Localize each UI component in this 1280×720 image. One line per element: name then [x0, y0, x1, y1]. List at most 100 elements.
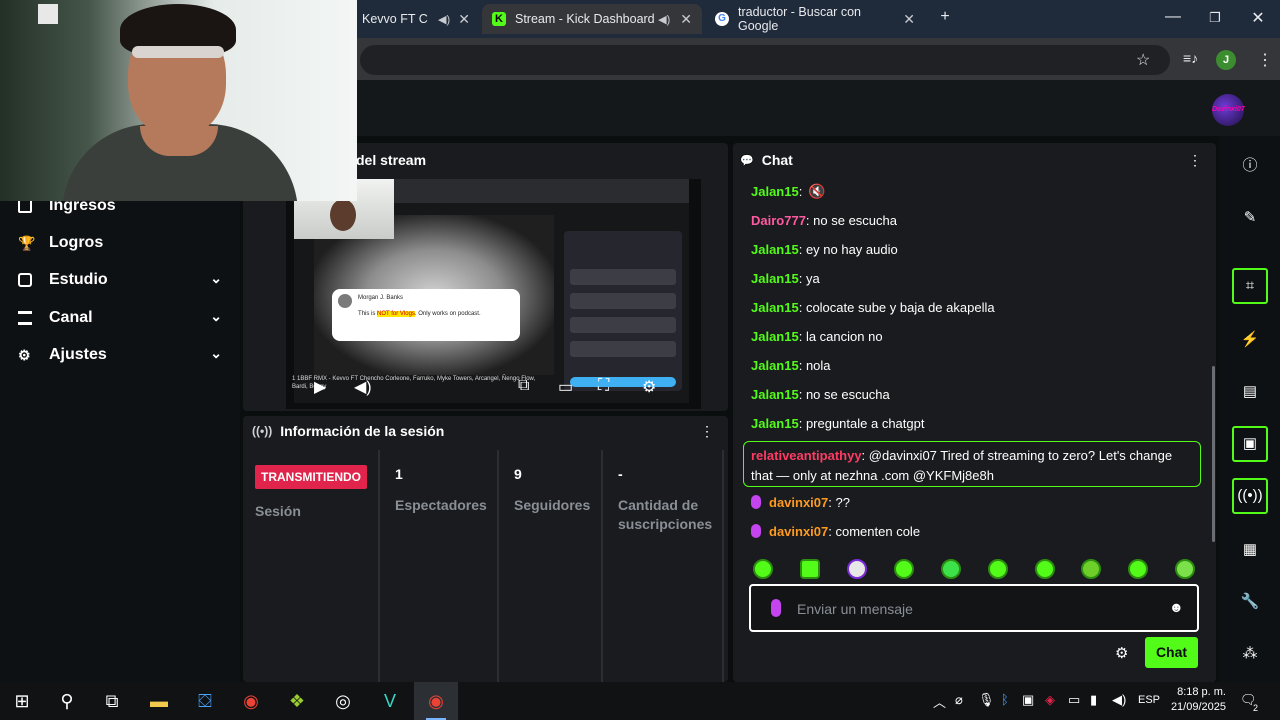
avatar [338, 294, 352, 308]
display-icon[interactable]: ▭ [1068, 692, 1080, 708]
sidebar-item-label: Ajustes [49, 346, 107, 363]
microphone-tray-icon[interactable]: 🎙 [978, 692, 995, 708]
tray-app-icon[interactable]: ▣ [1022, 692, 1034, 708]
chat-username[interactable]: Jalan15 [751, 184, 799, 199]
emote-icon[interactable] [894, 559, 914, 579]
wrench-icon[interactable]: 🔧 [1232, 584, 1268, 620]
volume-icon[interactable]: ◀) [354, 377, 372, 397]
emote-icon[interactable] [988, 559, 1008, 579]
focus-icon[interactable]: ⌗ [1232, 268, 1268, 304]
user-avatar[interactable]: Davinxi07 [1212, 94, 1245, 126]
fullscreen-icon[interactable]: ⛶ [598, 377, 609, 395]
chat-icon[interactable]: ▣ [1232, 426, 1268, 462]
emoji-picker-icon[interactable]: ☻ [1169, 599, 1184, 615]
new-tab-button[interactable]: + [930, 8, 960, 26]
trophy-icon: 🏆 [18, 235, 36, 251]
emote-icon[interactable] [847, 559, 867, 579]
chat-username[interactable]: Jalan15 [751, 416, 799, 431]
show-hidden-icons[interactable]: ︿ [933, 692, 946, 711]
chevron-down-icon[interactable]: ⌄ [210, 270, 222, 287]
store-icon[interactable]: ⛋ [193, 689, 217, 713]
emote-icon[interactable] [1035, 559, 1055, 579]
antivirus-icon[interactable]: ◈ [1045, 692, 1055, 708]
chat-username[interactable]: Jalan15 [751, 242, 799, 257]
theater-icon[interactable]: ▭ [558, 377, 573, 397]
sidebar-item-logros[interactable]: 🏆 Logros [18, 231, 228, 255]
speaker-icon[interactable]: ◀) [438, 13, 450, 26]
emote-icon[interactable] [941, 559, 961, 579]
chat-username[interactable]: Dairo777 [751, 213, 806, 228]
chat-send-button[interactable]: Chat [1145, 637, 1198, 668]
tab-google-search[interactable]: G traductor - Buscar con Google ✕ [705, 4, 925, 34]
apps-icon[interactable]: ⁂ [1232, 636, 1268, 672]
chat-message: Jalan15: ya [751, 271, 820, 286]
browser-menu-icon[interactable]: ⋮ [1257, 50, 1273, 70]
battery-icon[interactable]: ▮ [1090, 692, 1097, 708]
emote-icon[interactable] [1175, 559, 1195, 579]
chat-settings-icon[interactable]: ⚙ [1115, 644, 1128, 662]
network-icon[interactable]: ⌀ [955, 692, 963, 708]
chat-text: nola [805, 358, 831, 373]
profile-avatar[interactable]: J [1216, 50, 1236, 70]
pip-icon[interactable]: ⧉ [518, 377, 529, 395]
edit-icon[interactable]: ✎ [1232, 200, 1268, 236]
emote-icon[interactable] [800, 559, 820, 579]
play-icon[interactable]: ▶ [314, 377, 326, 397]
sidebar-item-canal[interactable]: Canal ⌄ [18, 306, 228, 330]
tab-kick-dashboard[interactable]: K Stream - Kick Dashboard ◀) ✕ [482, 4, 702, 34]
settings-icon[interactable]: ⚙ [642, 377, 656, 397]
lightning-icon[interactable]: ⚡ [1232, 322, 1268, 358]
tab-obs[interactable]: Kevvo FT Che ◀) ✕ [352, 4, 480, 34]
card-name: Morgan J. Banks [358, 295, 404, 301]
chat-username[interactable]: Jalan15 [751, 329, 799, 344]
chat-username[interactable]: relativeantipathyy [751, 448, 862, 463]
chat-message-input[interactable] [797, 596, 1157, 622]
layout-icon[interactable]: ▦ [1232, 532, 1268, 568]
emote-icon[interactable] [753, 559, 773, 579]
info-icon[interactable]: ⓘ [1232, 148, 1268, 184]
webcam-person-headband [132, 46, 224, 58]
sidebar-item-estudio[interactable]: Estudio ⌄ [18, 268, 228, 292]
task-view-icon[interactable]: ⧉ [100, 689, 124, 713]
chat-username[interactable]: Jalan15 [751, 387, 799, 402]
language-indicator[interactable]: ESP [1138, 694, 1160, 706]
chat-scrollbar[interactable] [1212, 366, 1215, 542]
chat-username[interactable]: davinxi07 [769, 524, 828, 539]
bookmark-star-icon[interactable]: ☆ [1136, 50, 1150, 70]
session-menu-icon[interactable]: ⋮ [700, 423, 714, 440]
maximize-button[interactable]: ❐ [1200, 10, 1230, 26]
sidebar-item-ajustes[interactable]: ⚙ Ajustes ⌄ [18, 343, 228, 367]
chat-username[interactable]: Jalan15 [751, 271, 799, 286]
app-icon[interactable]: ❖ [285, 689, 309, 713]
chrome-icon[interactable]: ◉ [239, 689, 263, 713]
editor-icon[interactable]: V [378, 689, 402, 713]
chat-username[interactable]: Jalan15 [751, 300, 799, 315]
bluetooth-icon[interactable]: ᛒ [1001, 692, 1009, 707]
close-tab-icon[interactable]: ✕ [458, 11, 470, 28]
obs-icon[interactable]: ◎ [331, 689, 355, 713]
close-tab-icon[interactable]: ✕ [680, 11, 692, 28]
chat-text: ?? [835, 495, 850, 510]
minimize-button[interactable]: — [1158, 8, 1188, 26]
search-icon[interactable]: ⚲ [55, 689, 79, 713]
chat-username[interactable]: davinxi07 [769, 495, 828, 510]
media-control-icon[interactable]: ≡♪ [1183, 50, 1198, 66]
chevron-down-icon[interactable]: ⌄ [210, 308, 222, 325]
speaker-icon[interactable]: ◀) [658, 13, 670, 26]
stream-video-preview[interactable]: Morgan J. Banks This is NOT for Vlogs. O… [286, 179, 701, 409]
chrome-active-icon[interactable]: ◉ [424, 689, 448, 713]
url-field[interactable] [360, 45, 1170, 75]
volume-icon[interactable]: ◀) [1112, 692, 1126, 708]
close-window-button[interactable]: ✕ [1243, 8, 1273, 28]
windows-start-icon[interactable]: ⊞ [10, 689, 34, 713]
chevron-down-icon[interactable]: ⌄ [210, 345, 222, 362]
system-clock[interactable]: 8:18 p. m. 21/09/2025 [1162, 685, 1226, 715]
emote-icon[interactable] [1081, 559, 1101, 579]
broadcast-icon[interactable]: ((•)) [1232, 478, 1268, 514]
emote-icon[interactable] [1128, 559, 1148, 579]
close-tab-icon[interactable]: ✕ [903, 11, 915, 28]
chat-menu-icon[interactable]: ⋮ [1188, 152, 1202, 169]
chat-username[interactable]: Jalan15 [751, 358, 799, 373]
file-explorer-icon[interactable]: ▬ [147, 689, 171, 713]
notes-icon[interactable]: ▤ [1232, 374, 1268, 410]
